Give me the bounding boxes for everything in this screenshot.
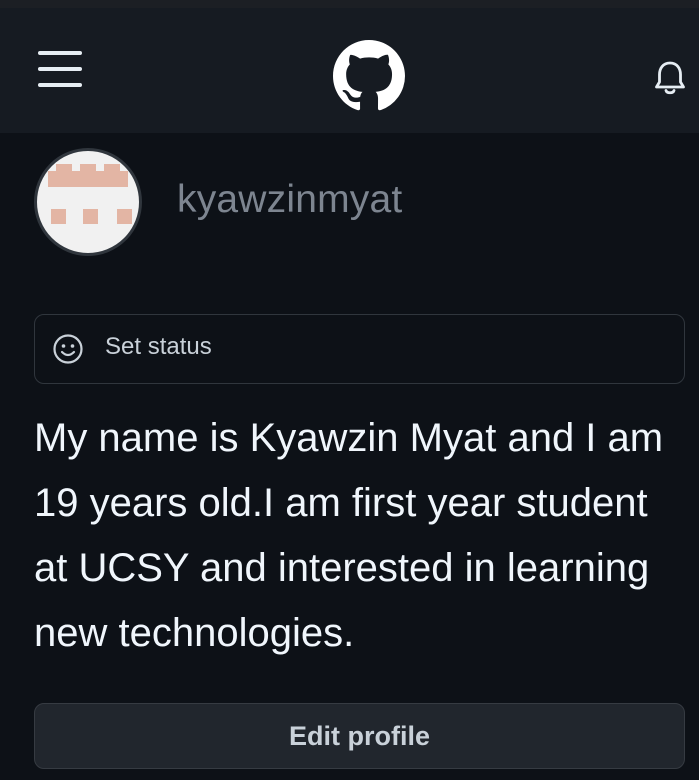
menu-line-bottom	[38, 83, 82, 87]
avatar-block	[83, 209, 98, 224]
menu-line-top	[38, 51, 82, 55]
profile-username: kyawzinmyat	[177, 178, 403, 221]
avatar[interactable]	[34, 148, 142, 256]
hamburger-menu-icon[interactable]	[36, 47, 84, 91]
set-status-label: Set status	[105, 333, 212, 360]
profile-page: kyawzinmyat Set status My name is Kyawzi…	[0, 0, 699, 780]
status-bar-strip	[0, 0, 699, 8]
octocat-svg	[333, 40, 405, 111]
avatar-block	[51, 209, 66, 224]
profile-bio: My name is Kyawzin Myat and I am 19 year…	[34, 416, 664, 655]
avatar-block	[117, 209, 132, 224]
github-logo-icon[interactable]	[333, 40, 405, 112]
edit-profile-button[interactable]: Edit profile	[34, 703, 685, 769]
avatar-band	[48, 171, 128, 187]
set-status-button[interactable]: Set status	[34, 314, 685, 384]
smiley-face-icon	[52, 333, 84, 365]
bell-icon[interactable]	[652, 58, 688, 98]
smiley-svg	[53, 334, 83, 364]
bell-svg	[655, 61, 685, 95]
menu-line-middle	[38, 67, 82, 71]
